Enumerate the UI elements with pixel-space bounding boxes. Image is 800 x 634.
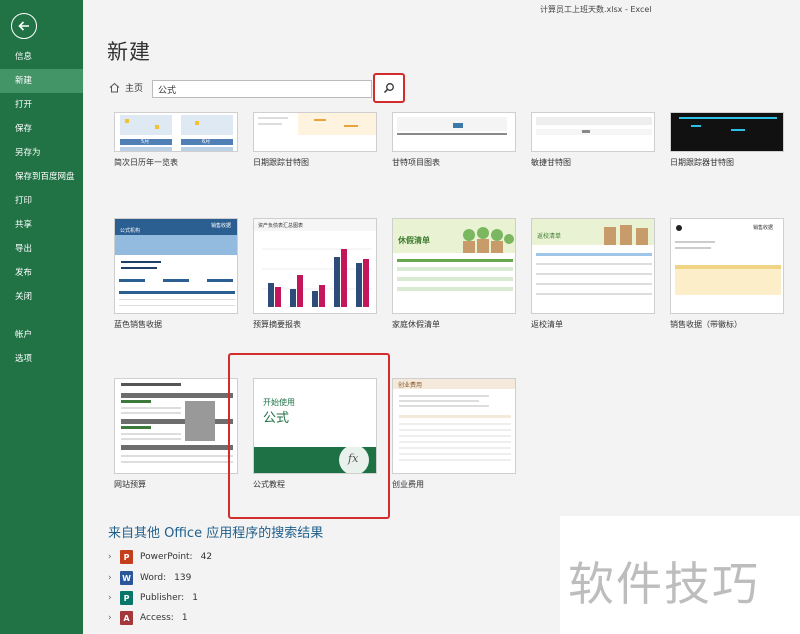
nav-info[interactable]: 信息 (0, 45, 83, 69)
template-label: 蓝色销售收据 (114, 320, 162, 329)
nav-publish[interactable]: 发布 (0, 261, 83, 285)
other-apps-heading: 来自其他 Office 应用程序的搜索结果 (108, 526, 324, 541)
chevron-right-icon: › (108, 593, 112, 603)
back-arrow-icon (18, 21, 29, 31)
app-count: 1 (181, 613, 188, 623)
template-label: 返校清单 (531, 320, 563, 329)
nav-close[interactable]: 关闭 (0, 285, 83, 309)
nav-print[interactable]: 打印 (0, 189, 83, 213)
agile-gantt-thumbnail-graphic (536, 117, 652, 135)
template-label: 销售收据（带徽标） (670, 320, 742, 329)
template-thumbnail: 返校清单 (531, 218, 655, 314)
budget-chart-title: 资产负债表汇总图表 (258, 223, 304, 229)
home-breadcrumb[interactable]: 主页 (109, 81, 143, 94)
template-label: 预算摘要报表 (253, 320, 301, 329)
app-name: PowerPoint: (140, 552, 193, 562)
app-name: Publisher: (140, 593, 185, 603)
nav-share[interactable]: 共享 (0, 213, 83, 237)
gantt-thumbnail-graphic (258, 113, 376, 135)
page-title: 新建 (107, 40, 151, 64)
home-icon (109, 82, 120, 93)
template-search-input[interactable] (152, 80, 372, 98)
template-thumbnail (670, 112, 784, 152)
template-thumbnail: 休假清单 (392, 218, 516, 314)
home-label: 主页 (125, 84, 144, 94)
template-thumbnail (114, 378, 238, 474)
template-thumbnail: 5月 6月 (114, 112, 238, 152)
calendar-thumbnail-graphic (120, 115, 233, 151)
app-result-word[interactable]: › W Word: 139 (108, 570, 191, 586)
back-button[interactable] (11, 13, 37, 39)
chevron-right-icon: › (108, 552, 112, 562)
chevron-right-icon: › (108, 573, 112, 583)
budget-chart-thumbnail-graphic (254, 219, 376, 307)
publisher-icon: P (120, 591, 133, 605)
receipt-company-text: 公式机构 (120, 228, 141, 234)
search-button[interactable] (373, 73, 405, 103)
template-thumbnail: 销售收据 (670, 218, 784, 314)
highlight-annotation (228, 353, 390, 519)
template-label: 简次日历年一览表 (114, 158, 178, 167)
logo-receipt-title: 销售收据 (753, 225, 774, 231)
website-budget-thumbnail-graphic (121, 383, 233, 463)
template-label: 家庭休假清单 (392, 320, 440, 329)
template-label: 敏捷甘特图 (531, 158, 571, 167)
calendar-month-label: 5月 (141, 139, 150, 145)
template-label: 日期跟踪器甘特图 (670, 158, 734, 167)
nav-options[interactable]: 选项 (0, 347, 83, 371)
startup-title: 创业费用 (398, 382, 423, 389)
gantt-project-thumbnail-graphic (397, 117, 507, 135)
nav-save[interactable]: 保存 (0, 117, 83, 141)
template-thumbnail (253, 112, 377, 152)
calendar-month-label: 6月 (202, 139, 211, 145)
app-name: Access: (140, 613, 174, 623)
app-result-access[interactable]: › A Access: 1 (108, 610, 188, 626)
app-count: 139 (174, 573, 192, 583)
school-checklist-title: 返校清单 (537, 233, 562, 240)
access-icon: A (120, 611, 133, 625)
logo-receipt-thumbnail-graphic (675, 225, 781, 295)
template-thumbnail (392, 112, 516, 152)
date-tracker-thumbnail-graphic (679, 117, 777, 131)
window-title: 计算员工上班天数.xlsx - Excel (540, 5, 652, 14)
nav-export[interactable]: 导出 (0, 237, 83, 261)
template-label: 网站预算 (114, 480, 146, 489)
app-result-publisher[interactable]: › P Publisher: 1 (108, 590, 198, 606)
powerpoint-icon: P (120, 550, 133, 564)
app-count: 1 (192, 593, 198, 603)
nav-save-baidu[interactable]: 保存到百度网盘 (0, 165, 83, 189)
search-icon (383, 83, 394, 94)
template-label: 甘特项目图表 (392, 158, 440, 167)
app-name: Word: (140, 573, 167, 583)
nav-new[interactable]: 新建 (0, 69, 83, 93)
nav-account[interactable]: 帐户 (0, 323, 83, 347)
template-thumbnail: 公式机构 销售收据 (114, 218, 238, 314)
template-thumbnail: 创业费用 (392, 378, 516, 474)
nav-open[interactable]: 打开 (0, 93, 83, 117)
startup-expenses-thumbnail-graphic (393, 379, 515, 461)
template-thumbnail: 资产负债表汇总图表 (253, 218, 377, 314)
nav-save-as[interactable]: 另存为 (0, 141, 83, 165)
backstage-sidebar: 信息 新建 打开 保存 另存为 保存到百度网盘 打印 共享 导出 发布 关闭 帐… (0, 0, 83, 634)
family-checklist-thumbnail-graphic (393, 219, 515, 291)
family-checklist-title: 休假清单 (398, 236, 430, 245)
template-label: 日期跟踪甘特图 (253, 158, 309, 167)
chevron-right-icon: › (108, 613, 112, 623)
template-thumbnail (531, 112, 655, 152)
watermark-text: 软件技巧 (568, 557, 760, 611)
template-label: 创业费用 (392, 480, 424, 489)
app-count: 42 (200, 552, 213, 562)
app-result-powerpoint[interactable]: › P PowerPoint: 42 (108, 549, 212, 565)
word-icon: W (120, 571, 133, 585)
receipt-title-text: 销售收据 (211, 223, 232, 229)
